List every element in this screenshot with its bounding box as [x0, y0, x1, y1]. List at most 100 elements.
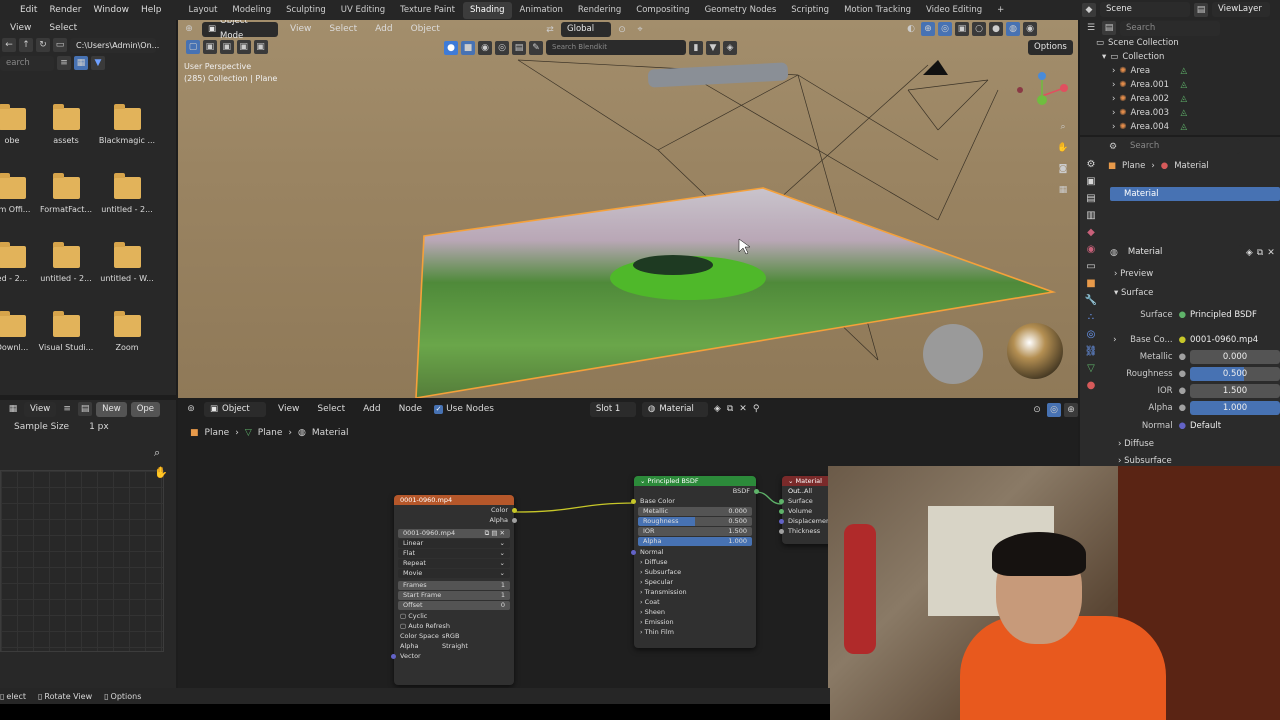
surface-shader-selector[interactable]: Principled BSDF: [1190, 308, 1280, 322]
expand-icon[interactable]: ›: [1112, 108, 1115, 118]
rendered-shading-icon[interactable]: ◉: [1023, 22, 1037, 36]
list-view-icon[interactable]: ≡: [57, 56, 71, 70]
add-workspace-button[interactable]: +: [990, 2, 1011, 19]
modifier-tab-icon[interactable]: 🔧: [1085, 295, 1097, 306]
intersect-select-icon[interactable]: ▣: [253, 40, 268, 54]
surface-panel-header[interactable]: ▾ Surface: [1114, 288, 1153, 298]
expand-icon[interactable]: ›: [1112, 66, 1115, 76]
target-select[interactable]: All: [782, 486, 834, 496]
expand-icon[interactable]: ›: [1112, 94, 1115, 104]
properties-search-input[interactable]: Search: [1124, 139, 1240, 154]
shader-socket[interactable]: [779, 498, 784, 504]
offset-field[interactable]: Offset 0: [398, 601, 510, 610]
back-icon[interactable]: ←: [2, 38, 16, 52]
menu-edit[interactable]: Edit: [14, 5, 43, 15]
mode-selector[interactable]: ▣ Object Mode: [202, 20, 278, 41]
view-layer-selector[interactable]: ViewLayer: [1212, 2, 1270, 17]
data-tab-icon[interactable]: ▽: [1087, 363, 1095, 374]
transform-orientation-selector[interactable]: Global: [561, 22, 611, 37]
overlay-icon[interactable]: ◎: [938, 22, 952, 36]
magnifier-icon[interactable]: ⌕: [154, 446, 160, 460]
invert-select-icon[interactable]: ▣: [236, 40, 251, 54]
projection-select[interactable]: Flat ⌄: [398, 549, 510, 558]
filter-icon[interactable]: ▼: [91, 56, 105, 70]
folder-item[interactable]: untitled - W...: [97, 242, 157, 283]
color-space-row[interactable]: Color Space sRGB: [394, 631, 514, 641]
gizmo-icon[interactable]: ⊕: [921, 22, 935, 36]
outliner-item-area-003[interactable]: › ✺ Area.003 ◬: [1080, 106, 1280, 120]
perspective-toggle-icon[interactable]: ▦: [1056, 183, 1070, 197]
collection-row[interactable]: ▾ ▭ Collection: [1080, 50, 1280, 64]
tab-geometry-nodes[interactable]: Geometry Nodes: [698, 2, 784, 19]
new-image-button[interactable]: New: [96, 401, 127, 417]
panel-transmission[interactable]: › Transmission: [634, 587, 756, 597]
frames-field[interactable]: Frames 1: [398, 581, 510, 590]
new-folder-icon[interactable]: ▭: [53, 38, 67, 52]
panel-sheen[interactable]: › Sheen: [634, 607, 756, 617]
blendkit-search-input[interactable]: Search Blendkit: [546, 40, 686, 55]
tab-sculpting[interactable]: Sculpting: [279, 2, 333, 19]
tab-compositing[interactable]: Compositing: [629, 2, 696, 19]
constraints-tab-icon[interactable]: ⛓: [1085, 346, 1098, 357]
viewport-add-menu[interactable]: Add: [369, 24, 398, 34]
panel-diffuse[interactable]: › Diffuse: [634, 557, 756, 567]
auto-refresh-checkbox[interactable]: ▢ Auto Refresh: [394, 621, 514, 631]
hand-icon[interactable]: ✋: [154, 466, 168, 479]
display-mode-icon[interactable]: ▤: [1102, 21, 1116, 35]
ior-input[interactable]: IOR 1.500: [638, 527, 752, 536]
start-frame-field[interactable]: Start Frame 1: [398, 591, 510, 600]
material-output-node[interactable]: ⌄ Material Out... All Surface Volume Dis…: [779, 476, 834, 544]
view-menu[interactable]: View: [24, 401, 57, 417]
scene-tab-icon[interactable]: ◆: [1087, 227, 1095, 238]
render-tab-icon[interactable]: ▣: [1086, 176, 1095, 187]
panel-emission[interactable]: › Emission: [634, 617, 756, 627]
tab-shading[interactable]: Shading: [463, 1, 512, 19]
refresh-icon[interactable]: ↻: [36, 38, 50, 52]
folder-item[interactable]: assets: [36, 104, 96, 145]
file-browser-view-menu[interactable]: View: [4, 23, 37, 33]
editor-type-icon[interactable]: ⊕: [182, 22, 196, 36]
panel-specular[interactable]: › Specular: [634, 577, 756, 587]
visibility-icon[interactable]: ◐: [904, 22, 918, 36]
folder-item[interactable]: Visual Studi...: [36, 311, 96, 352]
snap-icon[interactable]: ⌖: [633, 23, 647, 37]
outliner-item-area-002[interactable]: › ✺ Area.002 ◬: [1080, 92, 1280, 106]
shield-icon[interactable]: ◈: [723, 40, 737, 55]
shader-socket[interactable]: [779, 508, 784, 514]
menu-window[interactable]: Window: [87, 5, 135, 15]
tab-scripting[interactable]: Scripting: [784, 2, 836, 19]
material-shading-icon[interactable]: ◍: [1006, 22, 1020, 36]
source-select[interactable]: Movie ⌄: [398, 569, 510, 578]
subsurface-panel-header[interactable]: › Subsurface: [1118, 456, 1172, 466]
xray-icon[interactable]: ▣: [955, 22, 969, 36]
tab-modeling[interactable]: Modeling: [225, 2, 278, 19]
scene-asset-icon[interactable]: ▤: [512, 40, 526, 55]
extension-select[interactable]: Repeat ⌄: [398, 559, 510, 568]
folder-item[interactable]: untitled - 2...: [97, 173, 157, 214]
path-field[interactable]: C:\Users\Admin\On...: [70, 37, 159, 53]
properties-editor-icon[interactable]: ⚙: [1106, 140, 1120, 154]
viewport-options-button[interactable]: Options: [1028, 40, 1073, 55]
menu-render[interactable]: Render: [43, 5, 87, 15]
fake-user-shield-icon[interactable]: ◈: [1246, 248, 1253, 258]
vector-socket[interactable]: [391, 653, 396, 659]
image-texture-node[interactable]: 0001-0960.mp4 Color Alpha 0001-0960.mp4 ⧉…: [391, 495, 517, 685]
bsdf-socket[interactable]: [754, 488, 759, 494]
sample-size-value[interactable]: 1 px: [89, 422, 109, 432]
scene-collection-row[interactable]: ▭ Scene Collection: [1080, 36, 1280, 50]
folder-item[interactable]: untitled - 2...: [36, 242, 96, 283]
principled-bsdf-node[interactable]: ⌄ Principled BSDF BSDF Base Color Metall…: [631, 476, 759, 648]
roughness-input[interactable]: Roughness 0.500: [638, 517, 752, 526]
viewport-view-menu[interactable]: View: [284, 24, 317, 34]
open-image-button[interactable]: Ope: [130, 401, 161, 417]
value-socket[interactable]: [779, 528, 784, 534]
image-datablock[interactable]: 0001-0960.mp4 ⧉ ▤ ✕: [398, 529, 510, 538]
collection-tab-icon[interactable]: ▭: [1086, 261, 1095, 272]
object-tab-icon[interactable]: ■: [1086, 278, 1095, 289]
world-tab-icon[interactable]: ◉: [1087, 244, 1096, 255]
viewport-select-menu[interactable]: Select: [323, 24, 363, 34]
box-select-icon[interactable]: ▢: [186, 40, 200, 54]
metallic-field[interactable]: 0.000: [1190, 350, 1280, 364]
image-browse-icon[interactable]: ▤: [78, 402, 93, 416]
viewport-3d[interactable]: ⊕ ▣ Object Mode View Select Add Object ⇄ …: [178, 20, 1078, 398]
